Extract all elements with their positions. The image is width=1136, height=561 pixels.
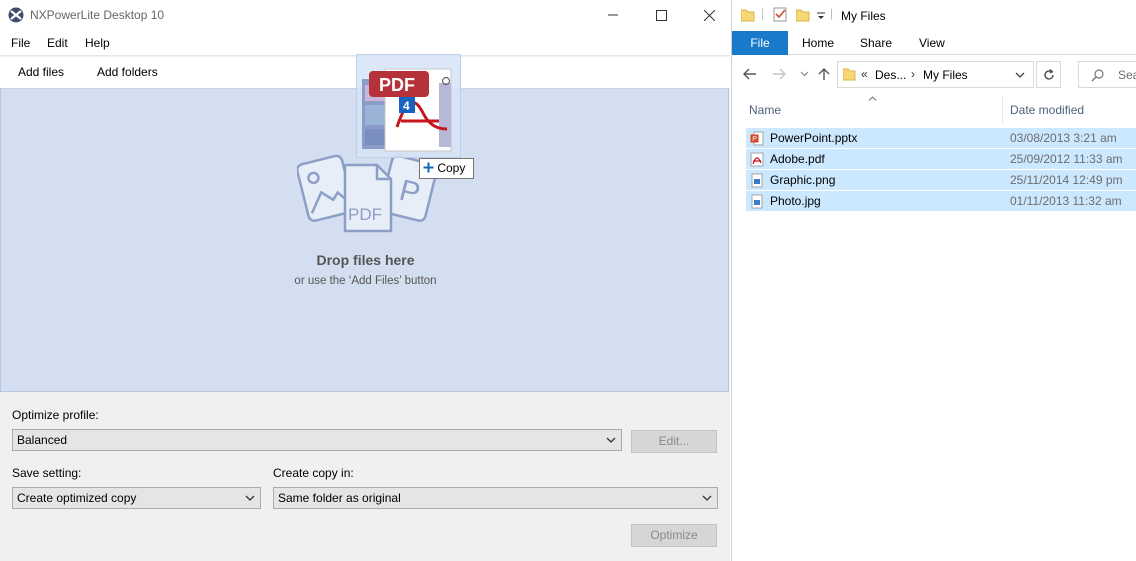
image-icon — [751, 173, 763, 188]
address-separator: › — [911, 67, 915, 81]
recent-locations-chevron-icon[interactable] — [800, 71, 809, 77]
save-setting-select[interactable]: Create optimized copy — [12, 487, 261, 509]
save-setting-label: Save setting: — [12, 466, 82, 480]
file-date: 25/11/2014 12:49 pm — [1010, 173, 1123, 187]
dragged-files-thumbnail: PDF 4 — [362, 68, 452, 152]
chevron-down-icon — [245, 495, 255, 501]
close-button[interactable] — [686, 0, 732, 30]
copy-drag-tooltip: Copy — [419, 158, 474, 179]
app-title: NXPowerLite Desktop 10 — [30, 8, 165, 22]
copy-label: Copy — [437, 161, 466, 175]
create-copy-value: Same folder as original — [278, 491, 401, 505]
menu-edit[interactable]: Edit — [47, 36, 68, 50]
file-name: PowerPoint.pptx — [770, 131, 858, 145]
explorer-title: My Files — [841, 9, 886, 23]
optimize-profile-label: Optimize profile: — [12, 408, 99, 422]
address-segment-current[interactable]: My Files — [923, 68, 968, 82]
search-box[interactable]: Sea — [1078, 61, 1136, 88]
file-explorer-window: | | My Files File Home Share View « Des.… — [731, 0, 1136, 561]
file-row[interactable]: Adobe.pdf 25/09/2012 11:33 am — [746, 149, 1136, 170]
image-icon — [751, 194, 763, 209]
ribbon-tab-view[interactable]: View — [919, 36, 945, 50]
svg-text:PDF: PDF — [348, 205, 382, 224]
address-overflow[interactable]: « — [861, 67, 868, 81]
settings-panel: Optimize profile: Balanced Edit... Save … — [0, 392, 730, 561]
quick-access-dropdown-icon[interactable] — [817, 12, 826, 21]
folder-icon — [741, 9, 755, 22]
menu-file[interactable]: File — [11, 36, 30, 50]
menu-help[interactable]: Help — [85, 36, 110, 50]
file-name: Photo.jpg — [770, 194, 821, 208]
maximize-icon — [655, 9, 667, 21]
minimize-button[interactable] — [590, 0, 636, 30]
ribbon-tabs: File Home Share View — [732, 31, 1136, 55]
explorer-title-bar: | | My Files — [732, 0, 1136, 31]
navigation-bar: « Des... › My Files Sea — [732, 55, 1136, 95]
pdf-icon — [750, 152, 764, 167]
optimize-button[interactable]: Optimize — [631, 524, 717, 547]
file-date: 01/11/2013 11:32 am — [1010, 194, 1122, 208]
address-dropdown-icon[interactable] — [1015, 72, 1025, 79]
add-folders-button[interactable]: Add folders — [97, 65, 158, 79]
chevron-down-icon — [702, 495, 712, 501]
column-date-modified[interactable]: Date modified — [1010, 103, 1084, 117]
sort-ascending-icon — [868, 96, 877, 101]
svg-text:P: P — [752, 136, 757, 143]
edit-profile-button[interactable]: Edit... — [631, 430, 717, 453]
file-row[interactable]: Photo.jpg 01/11/2013 11:32 am — [746, 191, 1136, 212]
svg-text:PDF: PDF — [379, 75, 415, 95]
search-placeholder: Sea — [1118, 68, 1136, 82]
forward-arrow-icon[interactable] — [772, 68, 786, 80]
file-date: 03/08/2013 3:21 am — [1010, 131, 1117, 145]
file-date: 25/09/2012 11:33 am — [1010, 152, 1123, 166]
back-arrow-icon[interactable] — [743, 68, 757, 80]
plus-icon — [423, 162, 434, 173]
drag-preview: PDF 4 — [356, 54, 461, 158]
maximize-button[interactable] — [638, 0, 684, 30]
add-files-button[interactable]: Add files — [18, 65, 64, 79]
save-setting-value: Create optimized copy — [17, 491, 137, 505]
ribbon-tab-file[interactable]: File — [732, 31, 788, 55]
nxpowerlite-logo-icon — [8, 7, 24, 23]
file-row[interactable]: P PowerPoint.pptx 03/08/2013 3:21 am — [746, 128, 1136, 149]
create-copy-select[interactable]: Same folder as original — [273, 487, 718, 509]
drop-files-subtitle: or use the ‘Add Files’ button — [294, 275, 437, 287]
svg-text:4: 4 — [403, 99, 410, 113]
optimize-profile-value: Balanced — [17, 433, 68, 447]
file-row[interactable]: Graphic.png 25/11/2014 12:49 pm — [746, 170, 1136, 191]
app-title-bar: NXPowerLite Desktop 10 — [0, 0, 730, 30]
close-icon — [703, 9, 715, 21]
chevron-down-icon — [606, 437, 616, 443]
pptx-icon: P — [750, 131, 764, 146]
file-types-illustration: P PDF — [297, 154, 437, 233]
column-header: Name Date modified — [732, 95, 1136, 125]
up-arrow-icon[interactable] — [818, 67, 830, 81]
column-name[interactable]: Name — [749, 103, 781, 117]
refresh-icon — [1043, 68, 1054, 80]
address-bar[interactable]: « Des... › My Files — [837, 61, 1034, 88]
create-copy-label: Create copy in: — [273, 466, 354, 480]
new-folder-icon[interactable] — [796, 8, 810, 22]
refresh-button[interactable] — [1036, 61, 1061, 88]
file-name: Adobe.pdf — [770, 152, 825, 166]
optimize-profile-select[interactable]: Balanced — [12, 429, 622, 451]
pdf-file-icon: PDF — [343, 163, 393, 233]
search-icon — [1091, 69, 1104, 82]
ribbon-tab-share[interactable]: Share — [860, 36, 892, 50]
minimize-icon — [608, 14, 618, 16]
ribbon-tab-home[interactable]: Home — [802, 36, 834, 50]
address-segment-parent[interactable]: Des... — [875, 68, 906, 82]
folder-icon — [843, 68, 856, 81]
file-name: Graphic.png — [770, 173, 836, 187]
properties-icon[interactable] — [773, 7, 788, 22]
drop-files-title: Drop files here — [316, 252, 415, 268]
menu-bar: File Edit Help — [0, 30, 730, 56]
